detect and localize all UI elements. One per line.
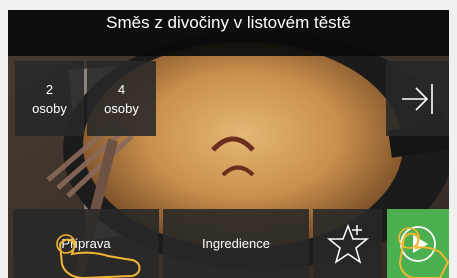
servings-2-unit: osoby <box>32 100 67 116</box>
ingredients-button[interactable]: Ingredience <box>163 209 309 278</box>
start-cooking-button[interactable] <box>387 209 449 278</box>
servings-4-number: 4 <box>117 81 126 97</box>
preparation-label: Příprava <box>61 236 111 251</box>
arrow-right-to-bar-icon <box>401 83 433 114</box>
servings-4-unit: osoby <box>104 100 139 116</box>
servings-2-button[interactable]: 2 osoby <box>15 61 84 136</box>
preparation-button[interactable]: Příprava <box>13 209 159 278</box>
recipe-screen: Směs z divočiny v listovém těstě 2 osoby… <box>8 10 449 278</box>
servings-4-button[interactable]: 4 osoby <box>87 61 156 136</box>
recipe-title: Směs z divočiny v listovém těstě <box>8 10 449 56</box>
play-icon <box>400 225 436 262</box>
star-add-icon <box>326 223 369 264</box>
ingredients-label: Ingredience <box>202 236 270 251</box>
next-step-button[interactable] <box>386 61 449 136</box>
servings-2-number: 2 <box>45 81 54 97</box>
favorite-button[interactable] <box>313 209 382 278</box>
